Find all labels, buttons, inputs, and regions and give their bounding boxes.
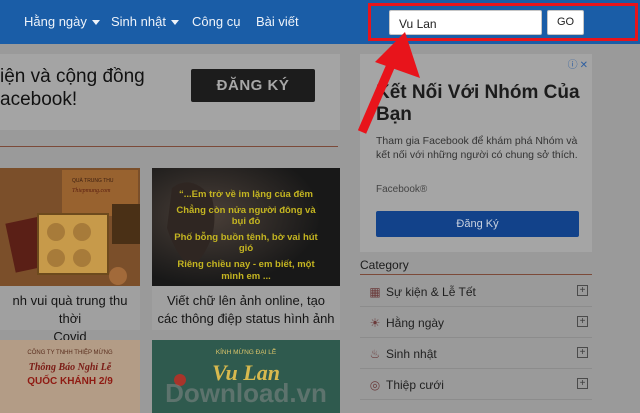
red-pointer-arrow-icon bbox=[357, 32, 420, 134]
